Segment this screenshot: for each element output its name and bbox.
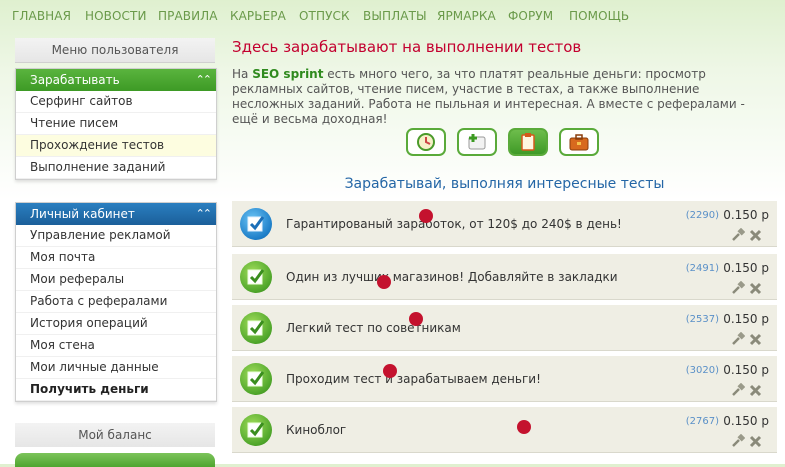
tasks-category-button[interactable] xyxy=(457,128,497,156)
task-count: (2491) xyxy=(685,263,719,274)
task-title[interactable]: Проходим тест и зарабатываем деньги! xyxy=(286,372,541,386)
nav-news[interactable]: НОВОСТИ xyxy=(85,9,147,23)
task-title[interactable]: Один из лучших магазинов! Добавляйте в з… xyxy=(286,270,618,284)
nav-rules[interactable]: ПРАВИЛА xyxy=(158,9,218,23)
intro-text: На SEO sprint есть много чего, за что пл… xyxy=(232,67,745,126)
surfing-category-button[interactable] xyxy=(406,128,446,156)
marker-dot xyxy=(377,275,391,289)
task-actions xyxy=(731,382,765,397)
menu-item-get-money[interactable]: Получить деньги xyxy=(16,379,216,401)
menu-item-history[interactable]: История операций xyxy=(16,313,216,335)
menu-item-tasks[interactable]: Выполнение заданий xyxy=(16,157,216,179)
clock-icon xyxy=(417,133,435,151)
nav-vacation[interactable]: ОТПУСК xyxy=(299,9,350,23)
earn-menu: Зарабатывать ⌃⌃ Серфинг сайтов Чтение пи… xyxy=(15,68,217,180)
balance-title: Мой баланс xyxy=(15,423,215,447)
hammer-icon[interactable] xyxy=(731,331,746,350)
sidebar-title: Меню пользователя xyxy=(15,38,215,63)
marker-dot xyxy=(419,209,433,223)
check-icon xyxy=(240,261,272,293)
check-icon xyxy=(240,414,272,446)
cabinet-menu-header[interactable]: Личный кабинет ⌃⌃ xyxy=(16,203,216,225)
hammer-icon[interactable] xyxy=(731,280,746,299)
hammer-icon[interactable] xyxy=(731,227,746,246)
collapse-icon[interactable]: ⌃⌃ xyxy=(196,203,213,225)
menu-item-tests[interactable]: Прохождение тестов xyxy=(16,135,216,157)
task-row[interactable]: Киноблог (2767) 0.150 р xyxy=(232,407,777,453)
task-actions xyxy=(731,227,765,242)
check-icon xyxy=(240,363,272,395)
close-icon[interactable] xyxy=(749,280,762,299)
jobs-category-button[interactable] xyxy=(559,128,599,156)
nav-forum[interactable]: ФОРУМ xyxy=(508,9,553,23)
menu-item-surfing[interactable]: Серфинг сайтов xyxy=(16,91,216,113)
hammer-icon[interactable] xyxy=(731,433,746,452)
cabinet-menu-label: Личный кабинет xyxy=(30,207,135,221)
check-icon xyxy=(240,208,272,240)
close-icon[interactable] xyxy=(749,382,762,401)
notepad-icon xyxy=(521,133,535,151)
marker-dot xyxy=(517,420,531,434)
balance-bar[interactable] xyxy=(15,453,215,467)
menu-item-wall[interactable]: Моя стена xyxy=(16,335,216,357)
nav-fair[interactable]: ЯРМАРКА xyxy=(437,9,496,23)
tests-category-button[interactable] xyxy=(508,128,548,156)
task-row[interactable]: Гарантированый заработок, от 120$ до 240… xyxy=(232,201,777,247)
menu-item-ads[interactable]: Управление рекламой xyxy=(16,225,216,247)
task-price: 0.150 р xyxy=(723,261,769,275)
menu-item-referrals[interactable]: Мои рефералы xyxy=(16,269,216,291)
task-row[interactable]: Легкий тест по советникам (2537) 0.150 р xyxy=(232,305,777,351)
nav-help[interactable]: ПОМОЩЬ xyxy=(569,9,629,23)
check-icon xyxy=(240,312,272,344)
task-price: 0.150 р xyxy=(723,363,769,377)
nav-payouts[interactable]: ВЫПЛАТЫ xyxy=(363,9,427,23)
earn-menu-label: Зарабатывать xyxy=(30,73,120,87)
menu-item-personal-data[interactable]: Мои личные данные xyxy=(16,357,216,379)
close-icon[interactable] xyxy=(749,227,762,246)
task-actions xyxy=(731,280,765,295)
task-count: (2767) xyxy=(685,416,719,427)
task-row[interactable]: Один из лучших магазинов! Добавляйте в з… xyxy=(232,254,777,300)
task-price: 0.150 р xyxy=(723,208,769,222)
top-nav: ГЛАВНАЯ НОВОСТИ ПРАВИЛА КАРЬЕРА ОТПУСК В… xyxy=(0,0,785,32)
section-subtitle: Зарабатывай, выполняя интересные тесты xyxy=(344,176,665,192)
close-icon[interactable] xyxy=(749,433,762,452)
cabinet-menu: Личный кабинет ⌃⌃ Управление рекламой Мо… xyxy=(15,202,217,402)
add-icon xyxy=(468,134,486,150)
menu-item-referral-work[interactable]: Работа с рефералами xyxy=(16,291,216,313)
task-count: (3020) xyxy=(685,365,719,376)
task-actions xyxy=(731,331,765,346)
hammer-icon[interactable] xyxy=(731,382,746,401)
task-count: (2537) xyxy=(685,314,719,325)
task-actions xyxy=(731,433,765,448)
earn-menu-header[interactable]: Зарабатывать ⌃⌃ xyxy=(16,69,216,91)
brand-name: SEO sprint xyxy=(252,67,324,81)
task-count: (2290) xyxy=(685,210,719,221)
task-price: 0.150 р xyxy=(723,414,769,428)
task-title[interactable]: Гарантированый заработок, от 120$ до 240… xyxy=(286,217,622,231)
task-title[interactable]: Киноблог xyxy=(286,423,346,437)
nav-home[interactable]: ГЛАВНАЯ xyxy=(12,9,71,23)
task-title[interactable]: Легкий тест по советникам xyxy=(286,321,461,335)
collapse-icon[interactable]: ⌃⌃ xyxy=(196,69,213,91)
close-icon[interactable] xyxy=(749,331,762,350)
marker-dot xyxy=(383,364,397,378)
page-title: Здесь зарабатывают на выполнении тестов xyxy=(232,38,582,56)
menu-item-mail-reading[interactable]: Чтение писем xyxy=(16,113,216,135)
briefcase-icon xyxy=(569,134,589,151)
task-price: 0.150 р xyxy=(723,312,769,326)
marker-dot xyxy=(409,312,423,326)
nav-career[interactable]: КАРЬЕРА xyxy=(230,9,286,23)
menu-item-my-mail[interactable]: Моя почта xyxy=(16,247,216,269)
task-row[interactable]: Проходим тест и зарабатываем деньги! (30… xyxy=(232,356,777,402)
